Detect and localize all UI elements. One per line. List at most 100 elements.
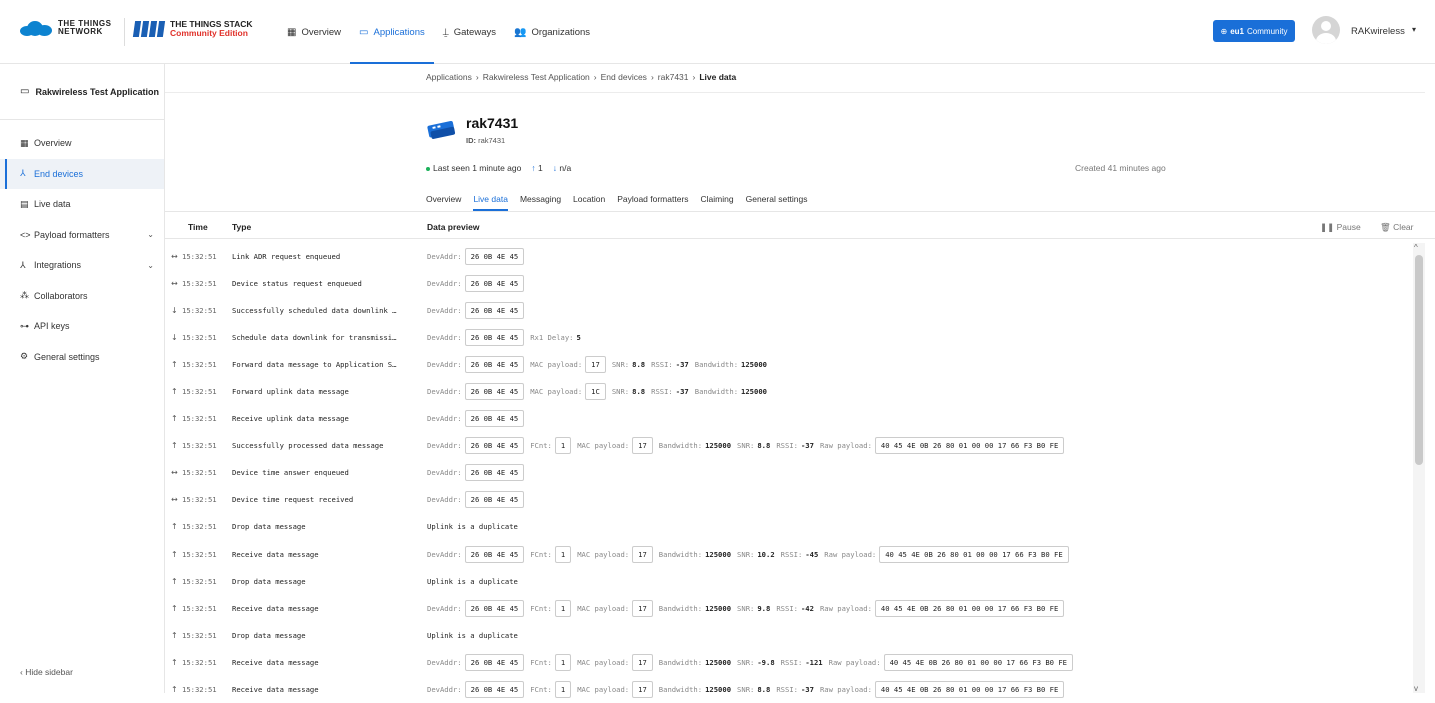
table-row[interactable]: ↔ 15:32:51 Device time answer enqueued DevA… bbox=[165, 459, 1413, 486]
nav-overview[interactable]: ▦ Overview bbox=[278, 0, 350, 64]
pause-button[interactable]: ❚❚ Pause bbox=[1320, 222, 1361, 233]
sidebar-item-payload-formatters[interactable]: <> Payload formatters ⌄ bbox=[0, 220, 164, 251]
event-type: Drop data message bbox=[232, 522, 306, 532]
preview-value-box: 26 0B 4E 45 bbox=[464, 329, 525, 347]
sidebar-item-collaborators[interactable]: ⁂ Collaborators bbox=[0, 281, 164, 312]
data-preview: DevAddr: 26 0B 4E 45 FCnt: 1 MAC payload: 17 B… bbox=[427, 599, 1070, 617]
avatar[interactable] bbox=[1312, 16, 1340, 44]
data-preview: DevAddr: 26 0B 4E 45 bbox=[427, 464, 530, 482]
table-row[interactable]: ↑ 15:32:51 Forward uplink data message DevA… bbox=[165, 378, 1413, 405]
user-name[interactable]: RAKwireless bbox=[1351, 26, 1405, 37]
table-row[interactable]: ↑ 15:32:51 Successfully processed data mes… bbox=[165, 432, 1413, 459]
preview-value: -37 bbox=[675, 360, 689, 370]
preview-label: MAC payload: bbox=[577, 549, 630, 559]
ttn-logo[interactable]: THE THINGS NETWORK bbox=[20, 20, 111, 36]
sidebar-item-end-devices[interactable]: ⅄ End devices bbox=[0, 158, 164, 189]
data-preview: DevAddr: 26 0B 4E 45 bbox=[427, 302, 530, 320]
table-row[interactable]: ↑ 15:32:51 Receive data message DevAddr: 26 … bbox=[165, 541, 1413, 568]
scrollbar-thumb[interactable] bbox=[1415, 255, 1423, 465]
data-preview: Uplink is a duplicate bbox=[427, 522, 518, 531]
stack-logo[interactable]: THE THINGS STACK Community Edition bbox=[132, 20, 252, 38]
stack-bars-icon bbox=[132, 21, 166, 37]
tab-general-settings[interactable]: General settings bbox=[740, 187, 814, 211]
tab-claiming[interactable]: Claiming bbox=[695, 187, 740, 211]
table-row[interactable]: ↔ 15:32:51 Device time request received Dev… bbox=[165, 486, 1413, 513]
table-row[interactable]: ↑ 15:32:51 Drop data message Uplink is a du… bbox=[165, 568, 1413, 595]
breadcrumb-device[interactable]: rak7431 bbox=[658, 72, 689, 82]
tab-overview[interactable]: Overview bbox=[426, 187, 467, 211]
preview-value: -37 bbox=[675, 387, 689, 397]
breadcrumb-end-devices[interactable]: End devices bbox=[601, 72, 647, 82]
preview-value-box: 40 45 4E 0B 26 80 01 00 00 17 66 F3 B0 F… bbox=[874, 599, 1065, 617]
nav-organizations[interactable]: 👥 Organizations bbox=[505, 0, 599, 64]
tab-live-data[interactable]: Live data bbox=[467, 187, 514, 211]
tab-payload-formatters[interactable]: Payload formatters bbox=[611, 187, 694, 211]
preview-label: DevAddr: bbox=[427, 603, 462, 613]
preview-value: 125000 bbox=[705, 657, 732, 667]
scrollbar[interactable]: ^ v bbox=[1413, 243, 1425, 693]
preview-label: RSSI: bbox=[776, 441, 798, 451]
preview-label: SNR: bbox=[737, 441, 755, 451]
sidebar-item-live-data[interactable]: ▤ Live data bbox=[0, 189, 164, 220]
scroll-up-icon[interactable]: ^ bbox=[1414, 243, 1418, 252]
table-row[interactable]: ↑ 15:32:51 Drop data message Uplink is a du… bbox=[165, 622, 1413, 649]
sidebar-item-integrations[interactable]: ⅄ Integrations ⌄ bbox=[0, 250, 164, 281]
data-preview: DevAddr: 26 0B 4E 45 bbox=[427, 275, 530, 293]
sidebar-item-label: End devices bbox=[34, 168, 84, 179]
clear-button[interactable]: 🗑 Clear bbox=[1380, 222, 1413, 233]
sidebar-item-api-keys[interactable]: ⊶ API keys bbox=[0, 311, 164, 342]
preview-label: RSSI: bbox=[780, 657, 803, 667]
table-row[interactable]: ↑ 15:32:51 Receive uplink data message DevA… bbox=[165, 405, 1413, 432]
device-name: rak7431 bbox=[466, 115, 519, 131]
preview-label: DevAddr: bbox=[427, 549, 462, 559]
tab-location[interactable]: Location bbox=[567, 187, 611, 211]
table-row[interactable]: ↑ 15:32:51 Drop data message Uplink is a du… bbox=[165, 513, 1413, 540]
scroll-down-icon[interactable]: v bbox=[1414, 684, 1418, 693]
table-row[interactable]: ↑ 15:32:51 Receive data message DevAddr: 26 … bbox=[165, 676, 1413, 703]
event-time: 15:32:51 bbox=[182, 306, 217, 316]
clear-label: Clear bbox=[1393, 222, 1414, 232]
event-type: Receive data message bbox=[232, 684, 319, 694]
nav-gateways[interactable]: ⍊ Gateways bbox=[434, 0, 505, 64]
table-row[interactable]: ↔ 15:32:51 Device status request enqueued D… bbox=[165, 270, 1413, 297]
event-type: Forward data message to Application S… bbox=[232, 360, 397, 370]
preview-label: RSSI: bbox=[780, 549, 803, 559]
caret-down-icon[interactable]: ▾ bbox=[1412, 25, 1416, 34]
data-preview: DevAddr: 26 0B 4E 45 FCnt: 1 MAC payload: 17 B… bbox=[427, 437, 1070, 455]
sidebar-item-overview[interactable]: ▦ Overview bbox=[0, 128, 164, 159]
table-row[interactable]: ↓ 15:32:51 Schedule data downlink for tran… bbox=[165, 324, 1413, 351]
region-button[interactable]: ⊕ eu1 Community bbox=[1213, 20, 1295, 42]
column-header-preview: Data preview bbox=[427, 222, 480, 232]
preview-label: MAC payload: bbox=[530, 387, 583, 397]
breadcrumb-applications[interactable]: Applications bbox=[426, 72, 472, 82]
preview-label: Bandwidth: bbox=[694, 387, 739, 397]
stack-logo-line2: Community Edition bbox=[170, 28, 248, 38]
preview-label: RSSI: bbox=[776, 603, 798, 613]
table-row[interactable]: ↑ 15:32:51 Receive data message DevAddr: 26 … bbox=[165, 595, 1413, 622]
table-row[interactable]: ↑ 15:32:51 Receive data message DevAddr: 26 … bbox=[165, 649, 1413, 676]
device-id-label: ID: bbox=[466, 136, 476, 145]
code-icon: <> bbox=[20, 229, 31, 240]
preview-value-box: 17 bbox=[632, 599, 653, 617]
preview-label: DevAddr: bbox=[427, 657, 462, 667]
chevron-down-icon[interactable]: ⌄ bbox=[147, 230, 154, 239]
people-icon: 👥 bbox=[513, 26, 527, 38]
table-row[interactable]: ↑ 15:32:51 Forward data message to Applica… bbox=[165, 351, 1413, 378]
people-icon: ⁂ bbox=[20, 290, 29, 301]
sidebar-item-general-settings[interactable]: ⚙ General settings bbox=[0, 342, 164, 373]
preview-value-box: 26 0B 4E 45 bbox=[464, 302, 525, 320]
device-icon bbox=[427, 121, 456, 139]
event-time: 15:32:51 bbox=[182, 630, 217, 640]
table-row[interactable]: ↔ 15:32:51 Link ADR request enqueued DevAdd… bbox=[165, 243, 1413, 270]
breadcrumb-application[interactable]: Rakwireless Test Application bbox=[483, 72, 590, 82]
preview-value-box: 26 0B 4E 45 bbox=[464, 356, 525, 374]
tab-messaging[interactable]: Messaging bbox=[514, 187, 567, 211]
chevron-down-icon[interactable]: ⌄ bbox=[147, 261, 154, 270]
preview-label: Raw payload: bbox=[819, 441, 872, 451]
preview-value-box: 26 0B 4E 45 bbox=[464, 275, 525, 293]
hide-sidebar-button[interactable]: ‹ Hide sidebar bbox=[20, 667, 73, 677]
table-row[interactable]: ↓ 15:32:51 Successfully scheduled data dow… bbox=[165, 297, 1413, 324]
online-dot-icon bbox=[426, 166, 430, 171]
nav-applications[interactable]: ▭ Applications bbox=[350, 0, 434, 64]
preview-value-box: 26 0B 4E 45 bbox=[464, 545, 525, 563]
